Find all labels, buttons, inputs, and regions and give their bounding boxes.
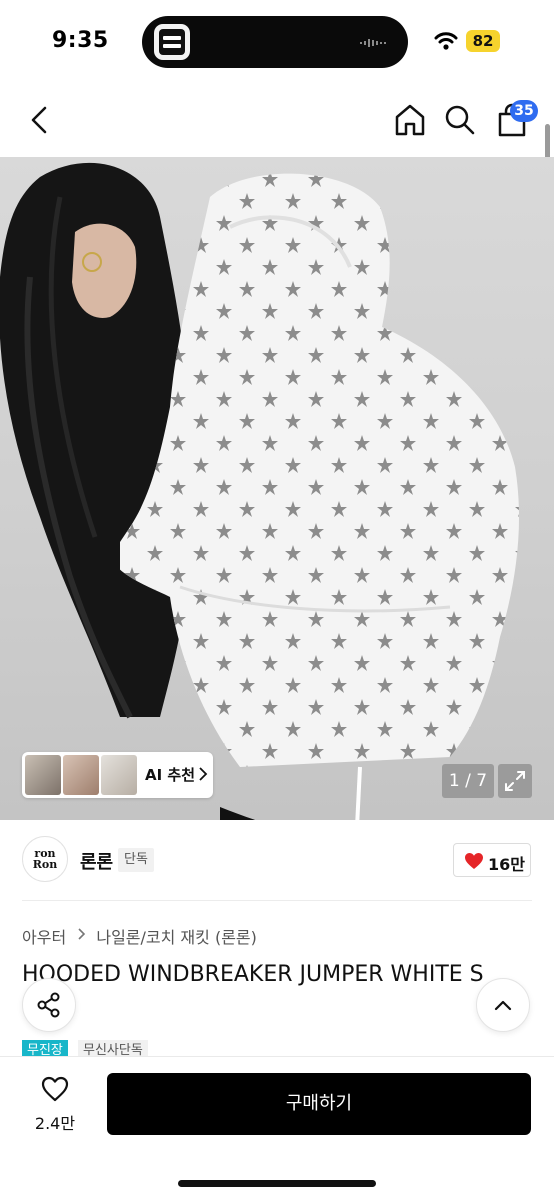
- ai-recommend-label[interactable]: AI 추천: [145, 764, 195, 785]
- top-nav: [0, 84, 554, 156]
- breadcrumb-item[interactable]: 아우터: [22, 924, 66, 948]
- brand-logo-line: Ron: [32, 858, 58, 871]
- recommend-thumb[interactable]: [63, 755, 99, 795]
- recommend-thumb[interactable]: [25, 755, 61, 795]
- buy-button[interactable]: 구매하기: [107, 1073, 531, 1135]
- status-bar: 9:35 82: [0, 0, 554, 84]
- product-image[interactable]: AI 추천 1 / 7: [0, 157, 554, 820]
- search-icon[interactable]: [440, 100, 480, 140]
- wishlist-count: 2.4만: [34, 1114, 76, 1133]
- brand-like-button[interactable]: 16만: [453, 843, 531, 877]
- heart-outline-icon: [41, 1076, 69, 1102]
- image-page-indicator: 1 / 7: [442, 764, 494, 798]
- app-activity-icon: [154, 24, 190, 60]
- dynamic-island: [142, 16, 408, 68]
- heart-filled-icon: [465, 853, 483, 869]
- breadcrumb-item[interactable]: 나일론/코치 재킷 (론론): [96, 924, 257, 948]
- recommend-thumb[interactable]: [101, 755, 137, 795]
- product-title: HOODED WINDBREAKER JUMPER WHITE S: [22, 962, 484, 987]
- expand-icon[interactable]: [498, 764, 532, 798]
- status-time: 9:35: [52, 28, 109, 53]
- chevron-up-icon: [494, 1000, 512, 1011]
- brand-like-count: 16만: [488, 855, 525, 874]
- battery-indicator: 82: [466, 30, 500, 52]
- wifi-icon: [434, 32, 458, 50]
- audio-wave-icon: [360, 39, 386, 47]
- home-indicator[interactable]: [178, 1180, 376, 1187]
- scroll-to-top-button[interactable]: [476, 978, 530, 1032]
- chevron-right-icon: [199, 767, 208, 781]
- cart-count-badge: 35: [510, 100, 538, 122]
- home-icon[interactable]: [390, 100, 430, 140]
- exclusive-badge: 단독: [118, 848, 154, 872]
- wishlist-button[interactable]: 2.4만: [22, 1074, 88, 1134]
- share-button[interactable]: [22, 978, 76, 1032]
- back-arrow-icon[interactable]: [20, 100, 60, 140]
- chevron-right-icon: [78, 927, 86, 940]
- brand-logo[interactable]: ron Ron: [22, 836, 68, 882]
- divider: [22, 900, 532, 901]
- share-icon: [37, 992, 60, 1018]
- jacket-illustration: [120, 173, 520, 820]
- breadcrumb: 아우터 나일론/코치 재킷 (론론): [22, 924, 257, 948]
- ai-recommend-strip[interactable]: AI 추천: [22, 752, 213, 798]
- brand-name[interactable]: 론론: [80, 848, 113, 874]
